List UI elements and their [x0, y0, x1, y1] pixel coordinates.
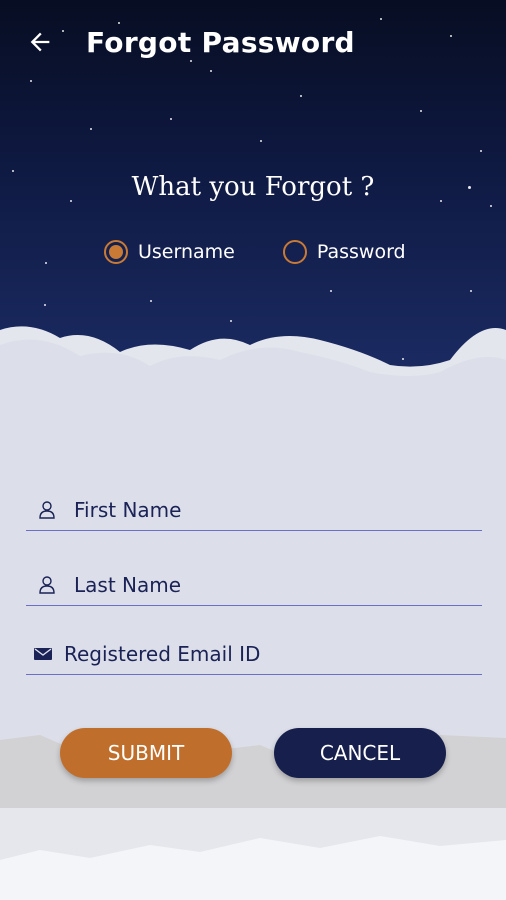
- email-field: [26, 634, 482, 675]
- question-heading: What you Forgot ?: [131, 172, 375, 202]
- submit-button[interactable]: SUBMIT: [60, 728, 232, 778]
- person-icon: [32, 500, 62, 520]
- last-name-input[interactable]: [72, 572, 456, 598]
- radio-username[interactable]: Username: [104, 240, 235, 264]
- first-name-field: [26, 490, 482, 531]
- back-button[interactable]: [10, 0, 70, 84]
- cancel-button[interactable]: CANCEL: [274, 728, 446, 778]
- radio-label: Password: [316, 241, 406, 263]
- forgot-type-radio-group: Username Password: [104, 236, 434, 268]
- last-name-field: [26, 565, 482, 606]
- email-input[interactable]: [62, 641, 446, 667]
- radio-label: Username: [138, 241, 235, 263]
- first-name-input[interactable]: [72, 497, 456, 523]
- radio-unchecked-icon: [282, 240, 307, 264]
- radio-checked-icon: [104, 240, 128, 264]
- app-bar: Forgot Password: [0, 0, 506, 84]
- mail-icon: [30, 646, 56, 662]
- page-title: Forgot Password: [86, 25, 355, 59]
- radio-password[interactable]: Password: [282, 240, 406, 264]
- arrow-left-icon: [30, 32, 50, 52]
- person-icon: [32, 575, 62, 595]
